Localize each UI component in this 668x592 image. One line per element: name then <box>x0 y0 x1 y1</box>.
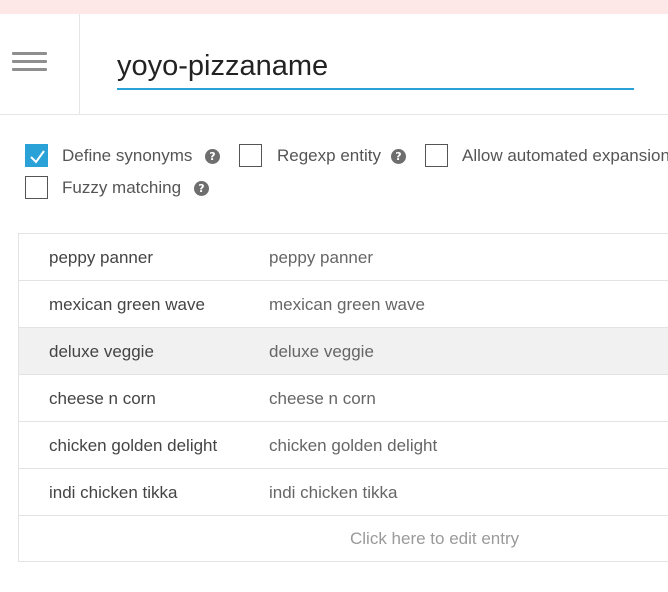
table-row[interactable]: cheese n corn cheese n corn <box>19 375 668 422</box>
entry-value[interactable]: cheese n corn <box>49 389 156 409</box>
define-synonyms-checkbox[interactable] <box>25 144 48 167</box>
entry-synonyms[interactable]: cheese n corn <box>269 389 376 409</box>
table-row[interactable]: indi chicken tikka indi chicken tikka <box>19 469 668 516</box>
table-row[interactable]: mexican green wave mexican green wave <box>19 281 668 328</box>
edit-entry-row[interactable]: Click here to edit entry <box>19 516 668 561</box>
top-notification-strip <box>0 0 668 14</box>
entry-synonyms[interactable]: chicken golden delight <box>269 436 437 456</box>
regexp-entity-help-icon[interactable]: ? <box>391 149 406 164</box>
checkmark-icon <box>30 150 45 164</box>
entity-name-input[interactable] <box>117 46 634 90</box>
regexp-entity-checkbox[interactable] <box>239 144 262 167</box>
entry-synonyms[interactable]: mexican green wave <box>269 295 425 315</box>
fuzzy-matching-label: Fuzzy matching <box>62 178 182 197</box>
entry-value[interactable]: indi chicken tikka <box>49 483 178 503</box>
allow-automated-expansion-label: Allow automated expansion <box>462 146 668 165</box>
edit-entry-link[interactable]: Click here to edit entry <box>350 529 519 549</box>
entity-header <box>0 14 668 115</box>
entry-synonyms[interactable]: peppy panner <box>269 248 373 268</box>
menu-panel <box>0 14 80 114</box>
fuzzy-matching-checkbox[interactable] <box>25 176 48 199</box>
entries-table: peppy panner peppy panner mexican green … <box>18 233 668 562</box>
entry-synonyms[interactable]: deluxe veggie <box>269 342 374 362</box>
table-row[interactable]: deluxe veggie deluxe veggie <box>19 328 668 375</box>
define-synonyms-label: Define synonyms <box>62 146 193 165</box>
table-row[interactable]: chicken golden delight chicken golden de… <box>19 422 668 469</box>
entry-value[interactable]: chicken golden delight <box>49 436 217 456</box>
define-synonyms-help-icon[interactable]: ? <box>205 149 220 164</box>
regexp-entity-label: Regexp entity <box>277 146 381 165</box>
entry-value[interactable]: deluxe veggie <box>49 342 154 362</box>
entry-synonyms[interactable]: indi chicken tikka <box>269 483 398 503</box>
entry-value[interactable]: mexican green wave <box>49 295 205 315</box>
allow-automated-expansion-checkbox[interactable] <box>425 144 448 167</box>
hamburger-menu-icon[interactable] <box>12 52 47 72</box>
entry-value[interactable]: peppy panner <box>49 248 153 268</box>
fuzzy-matching-help-icon[interactable]: ? <box>194 181 209 196</box>
table-row[interactable]: peppy panner peppy panner <box>19 234 668 281</box>
